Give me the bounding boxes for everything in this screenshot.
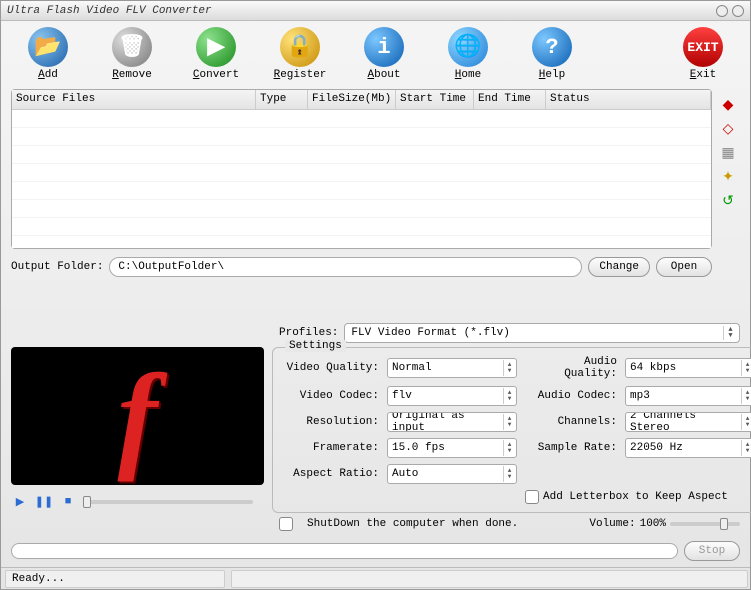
change-folder-button[interactable]: Change: [588, 257, 650, 277]
trash-icon: 🗑: [112, 27, 152, 67]
profiles-select[interactable]: FLV Video Format (*.flv)▲▼: [344, 323, 740, 343]
remove-button[interactable]: 🗑Remove: [93, 25, 171, 83]
app-window: Ultra Flash Video FLV Converter 📂Add 🗑Re…: [0, 0, 751, 590]
audio-codec-select[interactable]: mp3▲▼: [625, 386, 751, 406]
resolution-label: Resolution:: [279, 416, 379, 428]
sample-rate-select[interactable]: 22050 Hz▲▼: [625, 438, 751, 458]
video-quality-label: Video Quality:: [279, 362, 379, 374]
settings-group: Settings Video Quality: Normal▲▼ Audio Q…: [272, 347, 751, 513]
source-files-list[interactable]: Source Files Type FileSize(Mb) Start Tim…: [11, 89, 712, 249]
video-quality-select[interactable]: Normal▲▼: [387, 358, 517, 378]
globe-icon: 🌐: [448, 27, 488, 67]
resolution-select[interactable]: Original as input▲▼: [387, 412, 517, 432]
col-start[interactable]: Start Time: [396, 90, 474, 109]
settings-icon[interactable]: ✦: [720, 169, 736, 185]
add-button[interactable]: 📂Add: [9, 25, 87, 83]
refresh-icon[interactable]: ↺: [720, 193, 736, 209]
progress-bar: [11, 543, 678, 559]
folder-open-icon: 📂: [28, 27, 68, 67]
pause-button[interactable]: ❚❚: [35, 493, 53, 511]
shutdown-checkbox[interactable]: [279, 517, 293, 531]
video-codec-label: Video Codec:: [279, 390, 379, 402]
col-type[interactable]: Type: [256, 90, 308, 109]
flash-logo-icon: f: [118, 347, 158, 485]
output-folder-label: Output Folder:: [11, 261, 103, 273]
channels-select[interactable]: 2 Channels Stereo▲▼: [625, 412, 751, 432]
aspect-select[interactable]: Auto▲▼: [387, 464, 517, 484]
column-headers: Source Files Type FileSize(Mb) Start Tim…: [12, 90, 711, 110]
main-toolbar: 📂Add 🗑Remove ▶Convert 🔒Register iAbout 🌐…: [1, 21, 750, 85]
audio-codec-label: Audio Codec:: [525, 390, 617, 402]
lock-icon: 🔒: [280, 27, 320, 67]
letterbox-checkbox[interactable]: [525, 490, 539, 504]
status-spacer: [231, 570, 748, 588]
convert-button[interactable]: ▶Convert: [177, 25, 255, 83]
shutdown-label: ShutDown the computer when done.: [307, 518, 518, 530]
channels-label: Channels:: [525, 416, 617, 428]
aspect-label: Aspect Ratio:: [279, 468, 379, 480]
window-title: Ultra Flash Video FLV Converter: [7, 5, 712, 17]
status-bar: Ready...: [1, 567, 750, 589]
seek-slider[interactable]: [83, 500, 253, 504]
file-rows[interactable]: [12, 110, 711, 248]
stop-playback-button[interactable]: ■: [59, 493, 77, 511]
stop-button[interactable]: Stop: [684, 541, 740, 561]
exit-icon: EXIT: [683, 27, 723, 67]
letterbox-label: Add Letterbox to Keep Aspect: [543, 491, 728, 503]
preview-area: f: [11, 347, 264, 485]
volume-value: 100%: [640, 518, 666, 530]
help-button[interactable]: ?Help: [513, 25, 591, 83]
output-folder-input[interactable]: [109, 257, 582, 277]
video-codec-select[interactable]: flv▲▼: [387, 386, 517, 406]
settings-legend: Settings: [285, 340, 346, 352]
sample-rate-label: Sample Rate:: [525, 442, 617, 454]
minimize-button[interactable]: [716, 5, 728, 17]
audio-quality-label: Audio Quality:: [525, 356, 617, 380]
remove-file-icon[interactable]: ◇: [720, 121, 736, 137]
col-filesize[interactable]: FileSize(Mb): [308, 90, 396, 109]
title-bar: Ultra Flash Video FLV Converter: [1, 1, 750, 21]
maximize-button[interactable]: [732, 5, 744, 17]
col-source[interactable]: Source Files: [12, 90, 256, 109]
play-icon: ▶: [196, 27, 236, 67]
volume-slider[interactable]: [670, 522, 740, 526]
info-icon: i: [364, 27, 404, 67]
open-folder-button[interactable]: Open: [656, 257, 712, 277]
add-file-icon[interactable]: ◆: [720, 97, 736, 113]
home-button[interactable]: 🌐Home: [429, 25, 507, 83]
about-button[interactable]: iAbout: [345, 25, 423, 83]
question-icon: ?: [532, 27, 572, 67]
exit-button[interactable]: EXITExit: [664, 25, 742, 83]
col-end[interactable]: End Time: [474, 90, 546, 109]
volume-label: Volume:: [589, 518, 635, 530]
audio-quality-select[interactable]: 64 kbps▲▼: [625, 358, 751, 378]
register-button[interactable]: 🔒Register: [261, 25, 339, 83]
profiles-label: Profiles:: [279, 327, 338, 339]
grid-icon[interactable]: ▦: [720, 145, 736, 161]
framerate-select[interactable]: 15.0 fps▲▼: [387, 438, 517, 458]
framerate-label: Framerate:: [279, 442, 379, 454]
status-text: Ready...: [5, 570, 225, 588]
play-button[interactable]: ▶: [11, 493, 29, 511]
col-status[interactable]: Status: [546, 90, 711, 109]
